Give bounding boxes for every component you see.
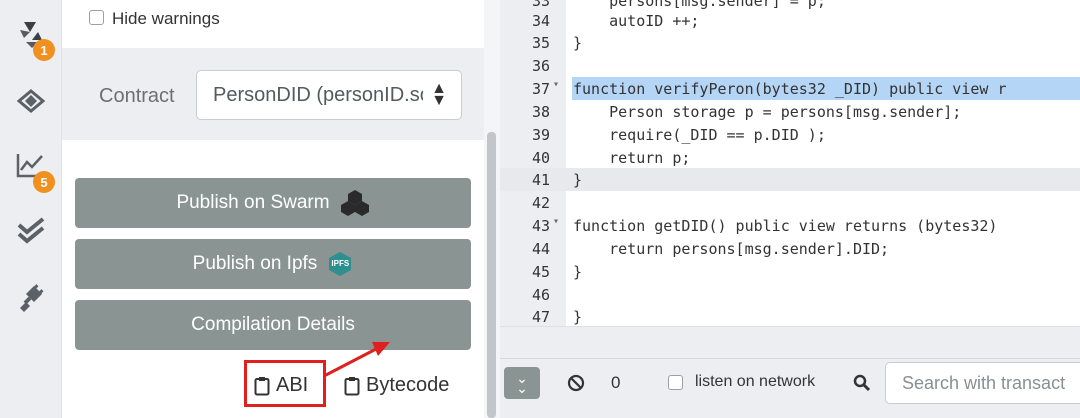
abi-label: ABI bbox=[276, 374, 309, 396]
publish-ipfs-label: Publish on Ipfs bbox=[192, 253, 318, 274]
code-line[interactable]: 34 autoID ++; bbox=[500, 9, 1080, 32]
select-updown-icon: ▲ ▼ bbox=[431, 80, 447, 109]
analysis-badge: 5 bbox=[33, 171, 55, 193]
test-checkmark-icon[interactable] bbox=[14, 214, 48, 248]
swarm-icon bbox=[340, 190, 369, 216]
contract-select-value: PersonDID (personID.so bbox=[213, 84, 423, 106]
publish-swarm-label: Publish on Swarm bbox=[176, 192, 330, 213]
search-icon bbox=[853, 374, 871, 392]
code-line[interactable]: 39 require(_DID == p.DID ); bbox=[500, 123, 1080, 146]
abi-button[interactable]: ABI bbox=[254, 374, 308, 397]
search-transactions-input[interactable]: Search with transact bbox=[885, 362, 1080, 404]
search-placeholder: Search with transact bbox=[902, 373, 1066, 393]
code-line[interactable]: 41 } bbox=[500, 168, 1080, 191]
icon-rail: 1 5 bbox=[0, 0, 62, 418]
contract-label: Contract bbox=[99, 85, 175, 107]
hide-warnings-checkbox[interactable] bbox=[89, 10, 104, 25]
ethereum-icon[interactable] bbox=[14, 84, 48, 118]
clipboard-icon bbox=[254, 376, 270, 395]
fold-arrow-icon[interactable]: ▾ bbox=[553, 79, 559, 90]
bytecode-label: Bytecode bbox=[366, 374, 450, 396]
code-line[interactable]: 45 } bbox=[500, 260, 1080, 283]
double-chevron-down-icon: ⌄ ⌄ bbox=[516, 370, 528, 396]
ipfs-icon: IPFS bbox=[327, 251, 353, 277]
pending-tx-count: 0 bbox=[611, 373, 621, 392]
clear-console-icon[interactable] bbox=[567, 374, 585, 392]
code-line[interactable]: 37 ▾ function verifyPeron(bytes32 _DID) … bbox=[500, 77, 1080, 100]
clipboard-icon bbox=[344, 376, 360, 395]
plugin-icon[interactable] bbox=[14, 280, 48, 314]
code-line[interactable]: 35 } bbox=[500, 31, 1080, 54]
listen-network-checkbox[interactable] bbox=[668, 375, 683, 390]
publish-swarm-button[interactable]: Publish on Swarm bbox=[75, 178, 471, 228]
panel-scrollbar-thumb[interactable] bbox=[487, 132, 496, 418]
code-line[interactable]: 44 return persons[msg.sender].DID; bbox=[500, 237, 1080, 260]
code-line[interactable]: 36 bbox=[500, 54, 1080, 77]
code-line[interactable]: 47 } bbox=[500, 305, 1080, 328]
compilation-details-label: Compilation Details bbox=[191, 314, 355, 335]
code-line[interactable]: 38 Person storage p = persons[msg.sender… bbox=[500, 100, 1080, 123]
publish-ipfs-button[interactable]: Publish on Ipfs IPFS bbox=[75, 239, 471, 289]
hide-warnings-label: Hide warnings bbox=[112, 9, 220, 28]
compilation-details-button[interactable]: Compilation Details bbox=[75, 300, 471, 350]
code-line[interactable]: 40 return p; bbox=[500, 146, 1080, 169]
compile-badge: 1 bbox=[33, 39, 55, 61]
listen-network-label: listen on network bbox=[695, 373, 816, 390]
code-line[interactable]: 42 bbox=[500, 191, 1080, 214]
code-line[interactable]: 46 bbox=[500, 283, 1080, 306]
fold-arrow-icon[interactable]: ▾ bbox=[553, 216, 559, 227]
code-line[interactable]: 43 ▾ function getDID() public view retur… bbox=[500, 214, 1080, 237]
bytecode-button[interactable]: Bytecode bbox=[344, 374, 449, 397]
contract-select[interactable]: PersonDID (personID.so ▲ ▼ bbox=[196, 70, 462, 120]
toggle-terminal-button[interactable]: ⌄ ⌄ bbox=[504, 367, 540, 399]
terminal-resize-bar[interactable] bbox=[500, 326, 1080, 358]
